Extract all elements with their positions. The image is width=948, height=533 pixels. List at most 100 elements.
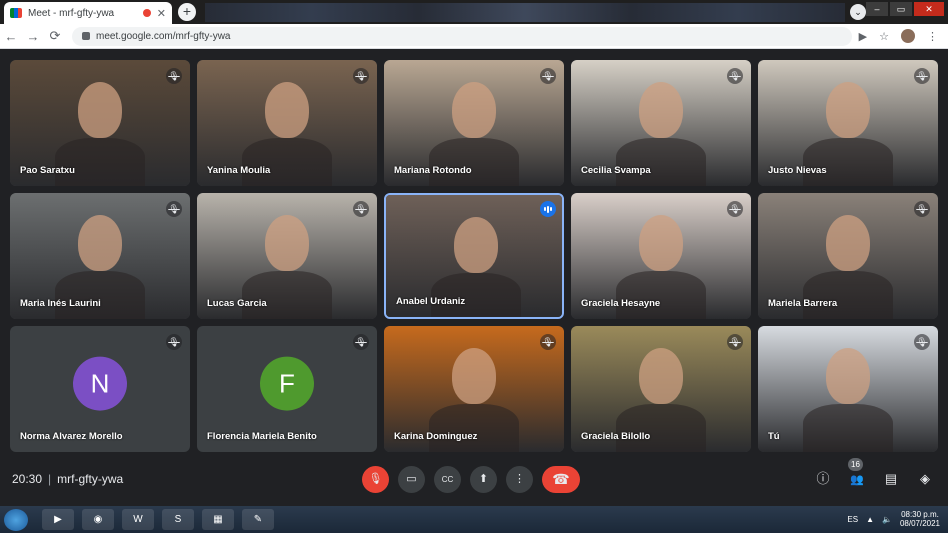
taskbar-app-4[interactable]: ▦ (202, 509, 234, 530)
bookmark-star-icon[interactable]: ☆ (879, 30, 889, 43)
windows-taskbar: ▶ ◉ W S ▦ ✎ ES ▲ 🔈 08:30 p.m. 08/07/2021 (0, 506, 948, 533)
back-button[interactable]: ← (0, 29, 22, 44)
tab-title: Meet - mrf-gfty-ywa (28, 7, 115, 19)
person-silhouette-icon (616, 404, 706, 452)
participant-tile[interactable]: Anabel Urdaniz (384, 193, 564, 319)
person-silhouette-icon (242, 271, 332, 319)
meeting-time: 20:30 (12, 472, 43, 486)
participant-tile[interactable]: 🎙 Tú (758, 326, 938, 452)
activities-icon[interactable]: ◈ (916, 470, 934, 488)
people-button[interactable]: 👥 16 (848, 458, 866, 488)
chat-icon[interactable]: ▤ (882, 470, 900, 488)
participant-name: Anabel Urdaniz (396, 296, 466, 307)
signal-icon[interactable]: ▲ (866, 515, 874, 524)
close-window-button[interactable]: ✕ (914, 2, 944, 16)
participant-tile[interactable]: 🎙 Mariela Barrera (758, 193, 938, 319)
person-silhouette-icon (429, 404, 519, 452)
participant-tile[interactable]: 🎙 Mariana Rotondo (384, 60, 564, 186)
language-indicator[interactable]: ES (847, 515, 858, 524)
participant-name: Lucas Garcia (207, 298, 267, 309)
participant-tile[interactable]: N 🎙 Norma Alvarez Morello (10, 326, 190, 452)
browser-tab-strip: Meet - mrf-gfty-ywa ✕ + ⌄ – ▭ ✕ (0, 0, 948, 24)
person-silhouette-icon (242, 138, 332, 186)
url-text: meet.google.com/mrf-gfty-ywa (96, 30, 231, 42)
participant-name: Mariela Barrera (768, 298, 838, 309)
participant-name: Pao Saratxu (20, 165, 75, 176)
participant-avatar: N (73, 356, 127, 411)
participant-tile[interactable]: 🎙 Graciela Hesayne (571, 193, 751, 319)
participant-name: Mariana Rotondo (394, 165, 472, 176)
mic-muted-icon: 🎙 (914, 68, 930, 84)
taskbar-app-1[interactable]: ◉ (82, 509, 114, 530)
person-head-icon (639, 348, 683, 404)
recording-dot-icon (142, 9, 151, 17)
participant-name: Graciela Hesayne (581, 298, 661, 309)
chevron-down-icon[interactable]: ⌄ (850, 4, 866, 20)
other-tabs-strip[interactable] (205, 3, 845, 22)
mic-muted-icon: 🎙 (914, 201, 930, 217)
hangup-icon[interactable]: ☎ (542, 466, 580, 493)
person-silhouette-icon (803, 138, 893, 186)
mic-muted-icon: 🎙 (166, 68, 182, 84)
person-head-icon (265, 82, 309, 138)
minimize-button[interactable]: – (866, 2, 888, 16)
camera-permission-icon[interactable]: ▶ (859, 30, 867, 43)
participant-tile[interactable]: 🎙 Lucas Garcia (197, 193, 377, 319)
participant-tile[interactable]: 🎙 Graciela Bilollo (571, 326, 751, 452)
person-head-icon (452, 82, 496, 138)
participant-tile[interactable]: 🎙 Yanina Moulia (197, 60, 377, 186)
taskbar-app-5[interactable]: ✎ (242, 509, 274, 530)
person-head-icon (265, 215, 309, 271)
person-head-icon (639, 215, 683, 271)
person-silhouette-icon (803, 404, 893, 452)
participant-tile[interactable]: 🎙 Cecilia Svampa (571, 60, 751, 186)
taskbar-clock[interactable]: 08:30 p.m. 08/07/2021 (900, 510, 940, 528)
profile-avatar[interactable] (901, 29, 915, 43)
lock-icon (82, 32, 90, 40)
person-head-icon (452, 348, 496, 404)
participant-count-badge: 16 (848, 458, 863, 471)
more-options-icon[interactable]: ⋮ (506, 466, 533, 493)
participant-name: Tú (768, 431, 780, 442)
address-bar[interactable]: meet.google.com/mrf-gfty-ywa (72, 26, 852, 46)
participant-tile[interactable]: 🎙 Karina Dominguez (384, 326, 564, 452)
taskbar-app-2[interactable]: W (122, 509, 154, 530)
participant-name: Justo Nievas (768, 165, 827, 176)
start-button[interactable] (4, 509, 28, 531)
browser-menu-icon[interactable]: ⋮ (927, 30, 938, 43)
participant-tile[interactable]: 🎙 Pao Saratxu (10, 60, 190, 186)
mic-off-icon[interactable]: 🎙 (362, 466, 389, 493)
reload-button[interactable]: ⟳ (44, 28, 66, 44)
captions-icon[interactable]: CC (434, 466, 461, 493)
person-silhouette-icon (55, 271, 145, 319)
participant-tile[interactable]: F 🎙 Florencia Mariela Benito (197, 326, 377, 452)
participant-tile[interactable]: 🎙 Justo Nievas (758, 60, 938, 186)
info-icon[interactable]: ⓘ (814, 470, 832, 488)
person-head-icon (78, 82, 122, 138)
volume-icon[interactable]: 🔈 (882, 515, 892, 524)
maximize-button[interactable]: ▭ (890, 2, 912, 16)
tab-close-icon[interactable]: ✕ (157, 7, 166, 20)
meeting-details: 20:30 | mrf-gfty-ywa (12, 472, 123, 486)
participant-tile[interactable]: 🎙 Maria Inés Laurini (10, 193, 190, 319)
person-silhouette-icon (803, 271, 893, 319)
mic-muted-icon: 🎙 (166, 334, 182, 350)
taskbar-app-0[interactable]: ▶ (42, 509, 74, 530)
camera-icon[interactable]: ▭ (398, 466, 425, 493)
present-icon[interactable]: ⬆ (470, 466, 497, 493)
participant-name: Norma Alvarez Morello (20, 431, 123, 442)
participant-name: Graciela Bilollo (581, 431, 651, 442)
mic-muted-icon: 🎙 (914, 334, 930, 350)
person-head-icon (826, 82, 870, 138)
mic-muted-icon: 🎙 (166, 201, 182, 217)
mic-muted-icon: 🎙 (727, 334, 743, 350)
meet-tab[interactable]: Meet - mrf-gfty-ywa ✕ (4, 2, 172, 24)
person-silhouette-icon (429, 138, 519, 186)
taskbar-app-3[interactable]: S (162, 509, 194, 530)
mic-muted-icon: 🎙 (353, 334, 369, 350)
separator: | (48, 472, 52, 486)
person-head-icon (454, 217, 498, 273)
new-tab-button[interactable]: + (178, 3, 196, 21)
participant-name: Yanina Moulia (207, 165, 271, 176)
forward-button[interactable]: → (22, 29, 44, 44)
